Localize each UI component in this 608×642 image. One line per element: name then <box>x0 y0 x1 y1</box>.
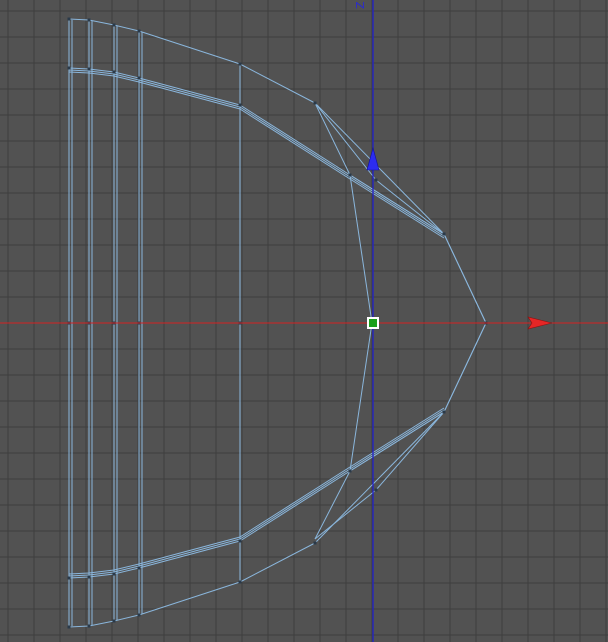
mesh-vertex[interactable] <box>112 572 116 576</box>
mesh-vertex[interactable] <box>137 566 141 570</box>
3d-viewport[interactable]: Z <box>0 0 608 642</box>
mesh-vertex[interactable] <box>87 624 91 628</box>
mesh-vertex[interactable] <box>87 575 91 579</box>
mesh-vertex[interactable] <box>112 23 116 27</box>
mesh-vertex[interactable] <box>137 29 141 33</box>
mesh-edge-inner-top[interactable] <box>68 67 445 235</box>
mesh-edge-inner-bottom[interactable] <box>68 411 445 579</box>
mesh-vertex[interactable] <box>67 576 71 580</box>
z-axis-label: Z <box>354 1 367 9</box>
mesh-vertex[interactable] <box>137 76 141 80</box>
mesh-vertex[interactable] <box>87 18 91 22</box>
mesh-edge-inner-top[interactable] <box>68 71 445 239</box>
mesh-vertex[interactable] <box>313 541 317 545</box>
mesh-edge-front-rim[interactable] <box>375 179 487 491</box>
mesh-vertex[interactable] <box>67 17 71 21</box>
mesh-edge-outer-bottom[interactable] <box>68 322 487 628</box>
mesh-vertex[interactable] <box>374 488 378 492</box>
mesh-edge-inner-bottom[interactable] <box>68 407 445 575</box>
mesh-vertex[interactable] <box>348 173 352 177</box>
viewport-grid <box>0 0 608 642</box>
mesh-vertex[interactable] <box>238 103 242 107</box>
mesh-vertex[interactable] <box>238 580 242 584</box>
mesh-vertex[interactable] <box>67 66 71 70</box>
mesh-edge-inner-bottom[interactable] <box>68 409 445 577</box>
mesh-vertex[interactable] <box>313 101 317 105</box>
mesh-vertex[interactable] <box>87 67 91 71</box>
mesh-vertex[interactable] <box>112 619 116 623</box>
pivot-handle-inner <box>369 319 377 327</box>
mesh-vertex[interactable] <box>442 232 446 236</box>
mesh-vertex[interactable] <box>374 178 378 182</box>
mesh-vertex[interactable] <box>112 70 116 74</box>
mesh-vertex[interactable] <box>238 539 242 543</box>
mesh-edge-front-top[interactable] <box>349 174 445 235</box>
z-axis-arrow-handle[interactable] <box>366 146 380 171</box>
mesh-vertex[interactable] <box>137 613 141 617</box>
mesh-vertex[interactable] <box>67 625 71 629</box>
mesh-edge-inner-top[interactable] <box>68 69 445 237</box>
mesh-edge-front-bottom[interactable] <box>349 411 445 472</box>
mesh-vertex[interactable] <box>442 410 446 414</box>
mesh-edge-outer-top[interactable] <box>68 18 487 324</box>
mesh-vertex[interactable] <box>238 62 242 66</box>
mesh-vertex[interactable] <box>348 469 352 473</box>
